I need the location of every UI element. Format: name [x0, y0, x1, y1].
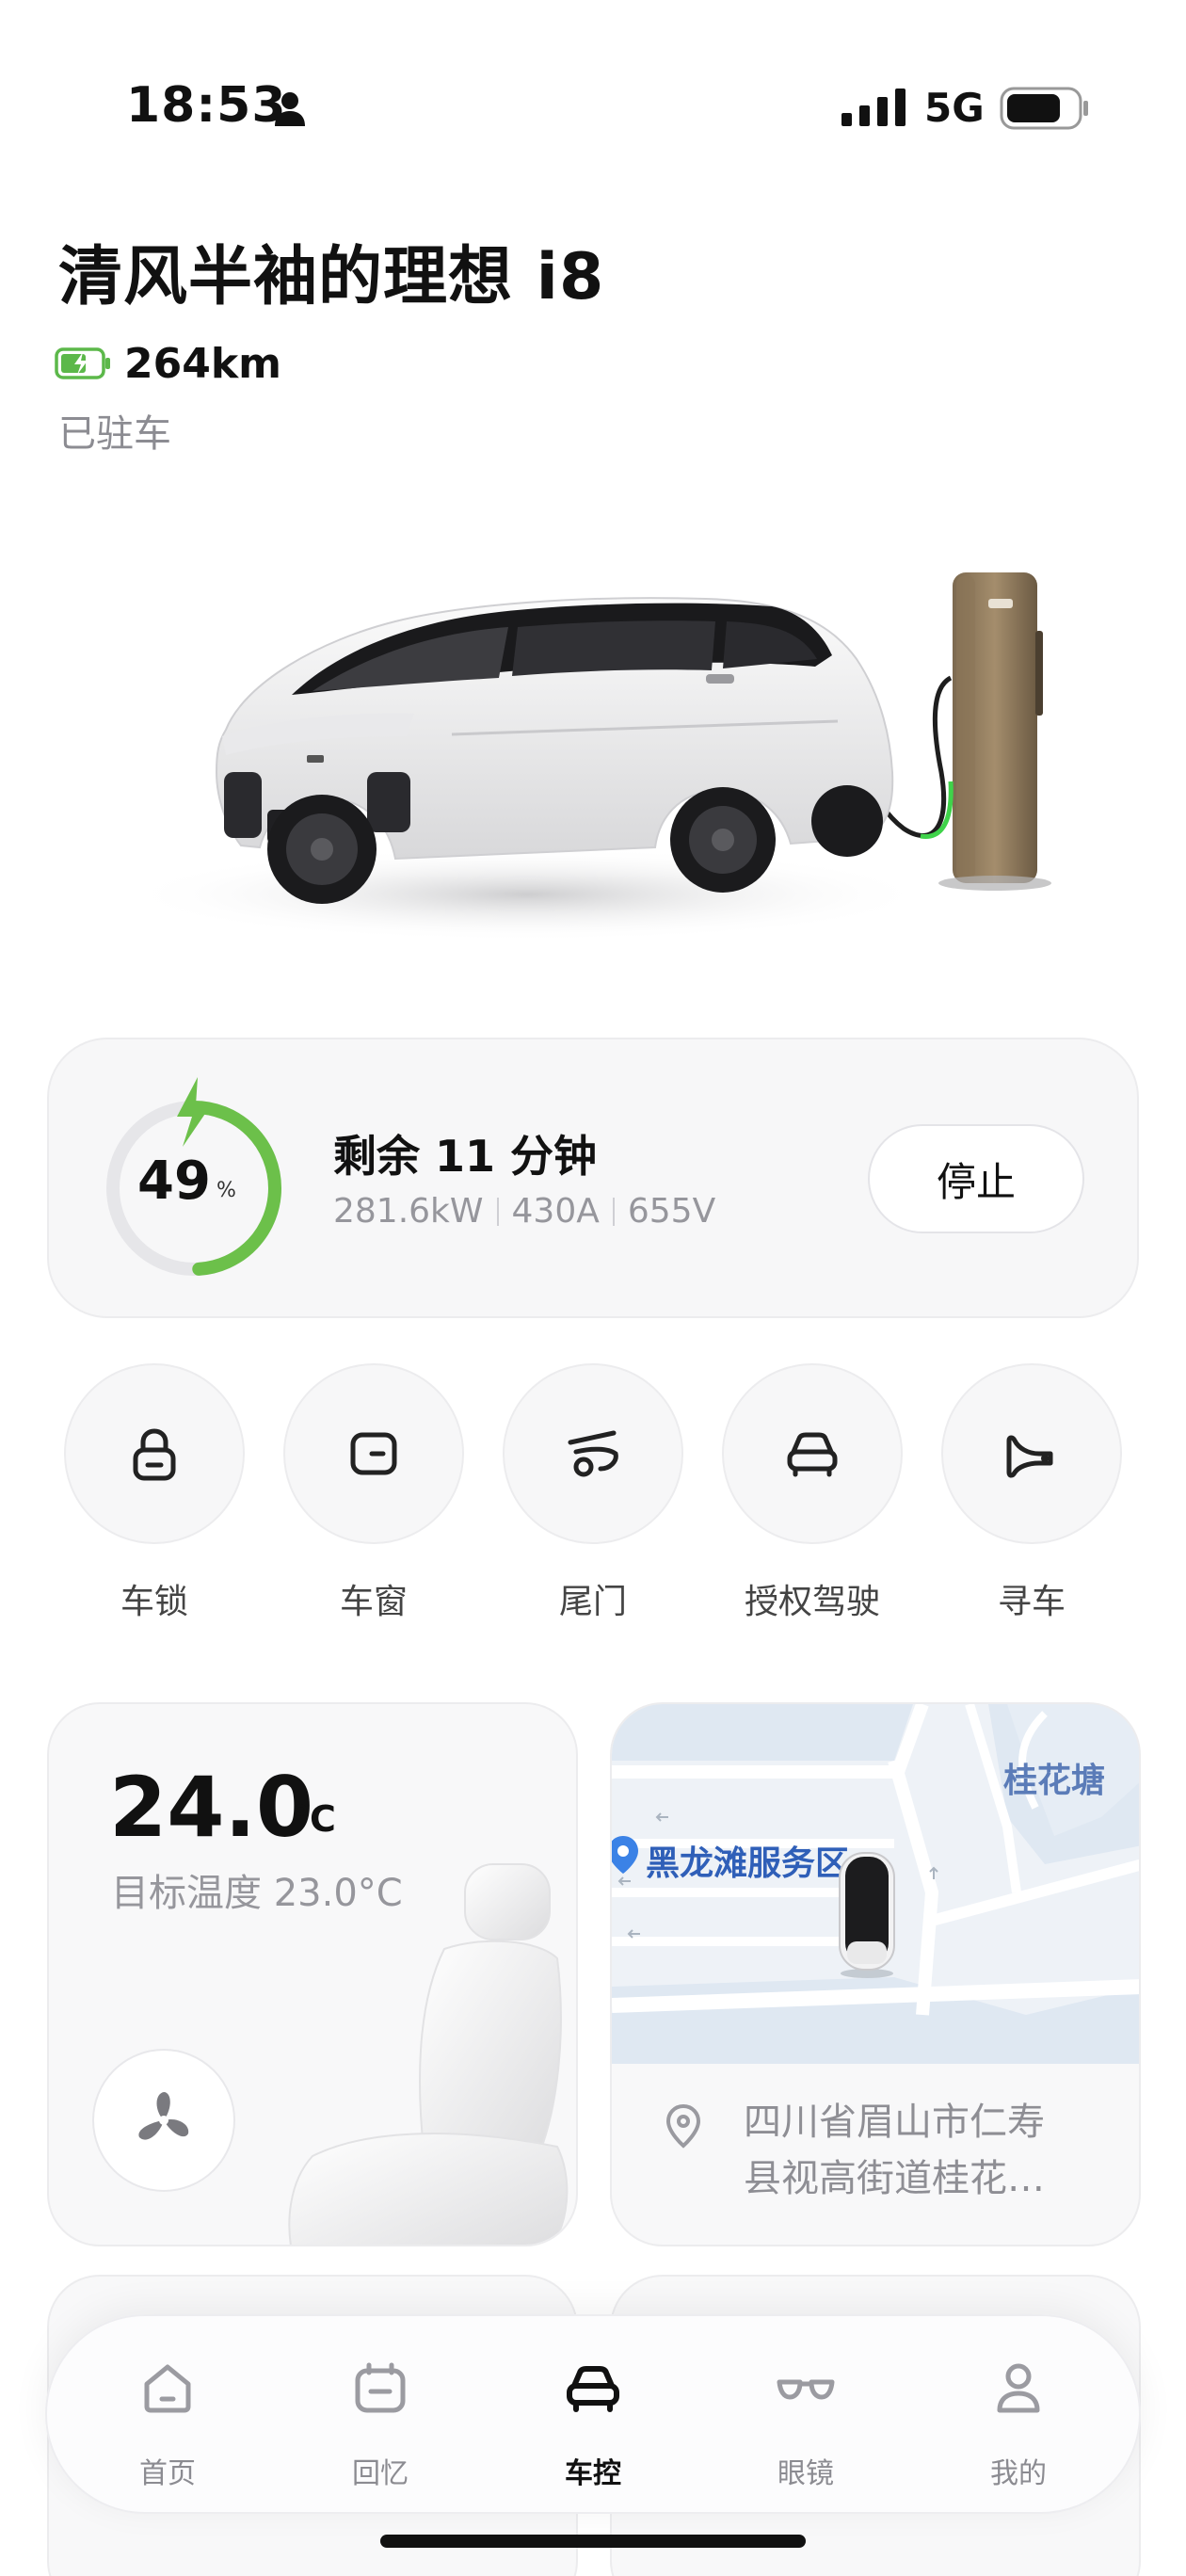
control-find-car-button[interactable] [941, 1363, 1122, 1544]
control-lock[interactable]: 车锁 [64, 1363, 245, 1621]
range-value: 264km [124, 339, 281, 388]
control-find-car-label: 寻车 [997, 1583, 1066, 1621]
charge-current: 430A [511, 1192, 600, 1231]
stop-charging-button[interactable]: 停止 [868, 1124, 1084, 1233]
control-tailgate-button[interactable] [503, 1363, 683, 1544]
tab-car-control-label: 车控 [565, 2457, 621, 2490]
tab-profile-label: 我的 [990, 2457, 1047, 2490]
tab-memories-label: 回忆 [352, 2457, 409, 2490]
climate-unit: °C [292, 1798, 336, 1840]
charge-voltage: 655V [627, 1192, 716, 1231]
glasses-icon [777, 2379, 835, 2400]
charge-time-remaining: 剩余 11 分钟 [333, 1131, 598, 1182]
tailgate-icon [568, 1430, 618, 1477]
lock-icon [133, 1428, 176, 1481]
control-window-button[interactable] [283, 1363, 464, 1544]
fan-icon [138, 2092, 189, 2140]
home-indicator[interactable] [380, 2535, 806, 2548]
horn-icon [1006, 1435, 1053, 1478]
status-bar: 18:53 5G [0, 0, 1186, 188]
control-lock-label: 车锁 [120, 1583, 188, 1621]
tab-car-control[interactable]: 车控 [499, 2316, 687, 2516]
climate-card[interactable]: 24.0 °C 目标温度 23.0°C [47, 1702, 578, 2246]
tab-home-label: 首页 [139, 2457, 196, 2490]
car-control-icon [567, 2366, 619, 2412]
map-place-label: 桂花塘 [1003, 1762, 1106, 1800]
person-icon [275, 92, 305, 126]
vehicle-hero-image: 川A·DY8518 [122, 572, 1051, 942]
status-time: 18:53 [126, 77, 287, 134]
control-tailgate-label: 尾门 [558, 1583, 627, 1621]
control-authorized-driving[interactable]: 授权驾驶 [722, 1363, 903, 1621]
address-line-1: 四川省眉山市仁寿 [744, 2101, 1045, 2144]
tab-memories[interactable]: 回忆 [286, 2316, 474, 2516]
control-window-label: 车窗 [339, 1583, 408, 1621]
charging-card: 49 % 剩余 11 分钟 281.6kW 430A 655V 停止 [47, 1038, 1139, 1318]
charge-percent-unit: % [216, 1179, 236, 1202]
map-poi-label: 黑龙滩服务区 [646, 1844, 850, 1883]
charge-percent: 49 [137, 1151, 211, 1212]
window-icon [350, 1432, 397, 1475]
location-pin-icon [665, 2103, 701, 2149]
bottom-tab-bar: 首页 回忆 车控 眼镜 我的 [45, 2314, 1141, 2514]
vehicle-name: 清风半袖的理想 i8 [58, 240, 605, 314]
tab-profile[interactable]: 我的 [924, 2316, 1113, 2516]
fan-button[interactable] [92, 2049, 235, 2192]
car-front-icon [787, 1432, 838, 1477]
service-area-marker-icon [612, 1836, 638, 1874]
stat-divider [496, 1197, 499, 1226]
memories-icon [355, 2362, 406, 2413]
climate-target-temperature: 目标温度 23.0°C [111, 1872, 403, 1915]
control-authorized-driving-button[interactable] [722, 1363, 903, 1544]
profile-icon [997, 2363, 1040, 2413]
control-find-car[interactable]: 寻车 [941, 1363, 1122, 1621]
lightning-icon [177, 1077, 211, 1147]
address-line-2: 县视高街道桂花… [744, 2157, 1045, 2200]
network-type: 5G [924, 85, 985, 131]
control-window[interactable]: 车窗 [283, 1363, 464, 1621]
park-status: 已驻车 [58, 412, 171, 456]
battery-icon [1000, 87, 1088, 130]
climate-temperature: 24.0 [109, 1759, 314, 1856]
range-row: 264km [55, 337, 281, 390]
tab-glasses-label: 眼镜 [777, 2457, 834, 2490]
control-tailgate[interactable]: 尾门 [503, 1363, 683, 1621]
tab-home[interactable]: 首页 [73, 2316, 262, 2516]
tab-glasses[interactable]: 眼镜 [712, 2316, 900, 2516]
charging-battery-icon [55, 347, 110, 379]
stat-divider [612, 1197, 615, 1226]
charge-stats: 281.6kW 430A 655V [333, 1192, 715, 1231]
vehicle-map-marker-icon [839, 1852, 895, 1978]
control-lock-button[interactable] [64, 1363, 245, 1544]
charge-power: 281.6kW [333, 1192, 484, 1231]
signal-icon [841, 89, 906, 126]
location-card[interactable]: 黑龙滩服务区 桂花塘 四川省眉山市仁寿 县视高街道桂花… [610, 1702, 1141, 2246]
control-authorized-driving-label: 授权驾驶 [744, 1583, 880, 1621]
home-icon [144, 2364, 191, 2413]
vehicle-address: 四川省眉山市仁寿 县视高街道桂花… [744, 2094, 1111, 2207]
